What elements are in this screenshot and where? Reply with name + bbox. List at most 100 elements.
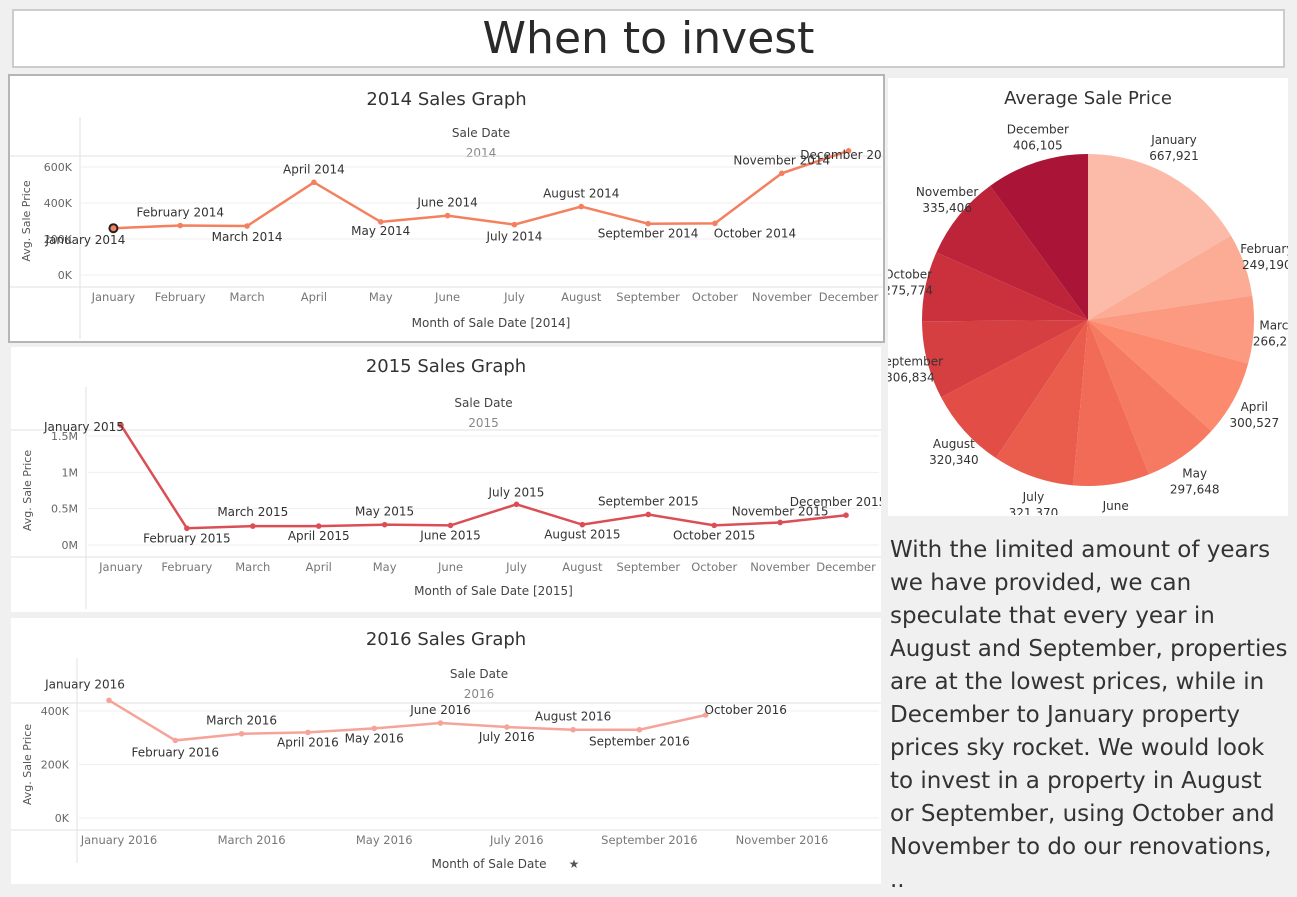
x-tick-label: October	[692, 290, 738, 304]
data-point	[777, 519, 783, 526]
y-tick-label: 400K	[41, 705, 70, 718]
pie-label-month: November	[916, 185, 978, 199]
pie-label-month: February	[1240, 242, 1288, 256]
data-point	[711, 522, 718, 529]
x-tick-label: June	[437, 560, 463, 574]
data-point	[108, 223, 119, 234]
y-axis-title: Avg. Sale Price	[21, 450, 34, 531]
panel-2015[interactable]: 2015 Sales Graph Sale Date 2015 0M 0.5M 1M 1.…	[11, 347, 881, 612]
data-label: September 2015	[598, 494, 699, 508]
x-tick-label: January 2016	[80, 833, 158, 847]
panel-average-sale-price[interactable]: Average Sale Price January 667,921 Februar…	[888, 78, 1288, 516]
data-point	[315, 523, 322, 529]
chart-title-2014: 2014 Sales Graph	[366, 89, 527, 110]
data-label: June 2015	[419, 528, 481, 542]
x-tick-label: May	[373, 560, 397, 574]
y-axis-title: Avg. Sale Price	[21, 724, 34, 805]
dashboard-title-box: When to invest	[12, 9, 1285, 68]
y-tick-label: 0M	[62, 539, 79, 552]
data-point	[177, 222, 184, 229]
line-chart-2015[interactable]: Sale Date20150M0.5M1M1.5MAvg. Sale Price…	[11, 387, 881, 612]
x-tick-label: September	[616, 290, 680, 304]
data-label: February 2016	[132, 745, 220, 759]
data-point	[778, 170, 785, 177]
data-point	[172, 737, 179, 744]
data-label: December 2015	[790, 495, 881, 509]
data-label: September 2016	[589, 735, 690, 749]
data-point	[578, 203, 585, 210]
pie-label-value: 335,406	[922, 201, 972, 215]
data-point	[311, 179, 317, 186]
x-tick-label: January	[91, 290, 136, 304]
x-tick-label: March 2016	[218, 833, 286, 847]
x-tick-label: May	[369, 290, 393, 304]
data-label: April 2014	[283, 162, 345, 176]
x-tick-label: April	[306, 560, 332, 574]
pie-label-month: April	[1241, 400, 1268, 414]
x-tick-label: September 2016	[601, 833, 698, 847]
panel-2016[interactable]: 2016 Sales Graph Sale Date 2016 0K 200K 400K…	[11, 618, 881, 884]
data-point	[371, 725, 378, 732]
pie-label-value: 297,648	[1170, 482, 1220, 496]
x-tick-label: August	[561, 290, 602, 304]
line-chart-2016[interactable]: Sale Date 2016 0K 200K 400K Avg. Sale Price Ja…	[11, 658, 881, 884]
pin-icon: ★	[569, 857, 580, 871]
data-label: September 2014	[598, 227, 699, 241]
y-tick-label: 0.5M	[51, 503, 78, 516]
column-header-label: Sale Date	[454, 396, 512, 410]
data-label: July 2014	[485, 230, 542, 244]
data-point	[636, 726, 643, 733]
data-point	[244, 223, 250, 229]
data-point	[381, 521, 388, 528]
pie-label-month: October	[888, 267, 932, 281]
data-label: October 2016	[705, 703, 787, 717]
column-header-value: 2014	[466, 146, 497, 160]
panel-2014[interactable]: 2014 Sales Graph Sale Date 2014 0K 200K 400K…	[8, 74, 885, 343]
data-point	[249, 523, 256, 529]
data-point	[238, 730, 245, 737]
x-tick-label: March	[235, 560, 270, 574]
pie-label-month: May	[1182, 466, 1207, 480]
data-point	[843, 512, 849, 519]
x-tick-label: April	[301, 290, 327, 304]
x-tick-label: July 2016	[489, 833, 544, 847]
x-tick-label: June	[434, 290, 460, 304]
chart-title-2016: 2016 Sales Graph	[365, 629, 527, 650]
data-point	[645, 220, 651, 227]
chart-title-2015: 2015 Sales Graph	[365, 356, 527, 377]
pie-label-value: 275,774	[888, 283, 933, 297]
column-header-label: Sale Date	[452, 126, 510, 140]
data-label: July 2015	[487, 485, 544, 499]
data-label: April 2016	[277, 735, 339, 749]
x-tick-label: February	[161, 560, 212, 574]
y-tick-label: 0K	[58, 269, 73, 282]
data-point	[444, 212, 451, 219]
x-tick-label: May 2016	[356, 833, 413, 847]
data-label: January 2014	[44, 233, 125, 247]
data-point	[437, 720, 444, 726]
data-point	[504, 724, 510, 730]
pie-label-month: September	[888, 354, 943, 368]
data-point	[570, 726, 576, 733]
pie-chart[interactable]: January 667,921 February 249,190 March 266,21…	[888, 120, 1288, 515]
pie-chart-title: Average Sale Price	[1004, 88, 1172, 109]
data-label: June 2016	[409, 703, 471, 717]
summary-text: With the limited amount of years we have…	[890, 537, 1288, 893]
pie-label-value: 266,218	[1253, 335, 1288, 349]
data-label: August 2014	[543, 187, 619, 201]
x-tick-label: July	[503, 290, 525, 304]
data-label: May 2014	[351, 224, 410, 238]
data-label: April 2015	[288, 529, 350, 543]
data-point	[511, 221, 518, 228]
data-point	[513, 501, 520, 508]
y-axis-title: Avg. Sale Price	[20, 180, 33, 261]
line-chart-2014[interactable]: Sale Date20140K200K400K600KAvg. Sale Pri…	[10, 117, 883, 343]
data-label: January 2015	[43, 420, 124, 434]
x-tick-label: January	[98, 560, 143, 574]
x-tick-label: August	[562, 560, 603, 574]
pie-label-value: 300,527	[1229, 416, 1279, 430]
column-header-value: 2015	[468, 416, 499, 430]
x-tick-label: July	[505, 560, 527, 574]
x-tick-label: March	[230, 290, 265, 304]
x-axis-title: Month of Sale Date [2015]	[414, 584, 573, 598]
